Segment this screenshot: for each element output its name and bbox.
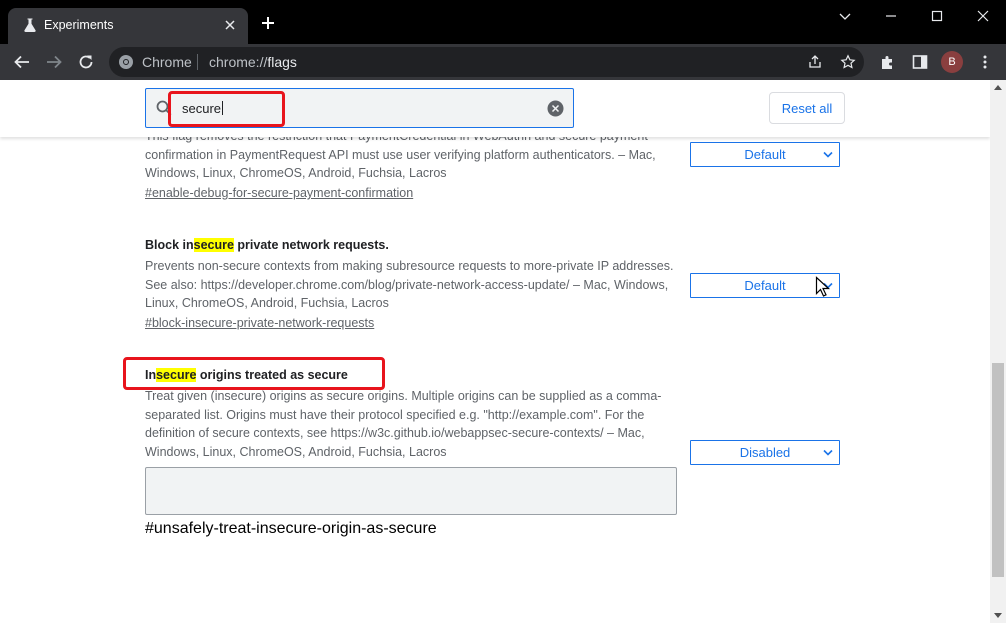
minimize-icon[interactable] — [883, 8, 899, 24]
search-icon — [156, 100, 172, 116]
address-bar[interactable]: Chrome chrome://flags — [109, 47, 864, 77]
share-icon[interactable] — [807, 54, 823, 70]
select-value: Default — [744, 147, 786, 162]
origins-textarea[interactable] — [145, 467, 677, 515]
flag-select-insecure-origins-as-secure[interactable]: Disabled — [690, 440, 840, 465]
flag-permalink[interactable]: #block-insecure-private-network-requests — [145, 316, 374, 330]
tab-search-chevron-icon[interactable] — [837, 8, 853, 24]
select-value: Default — [744, 278, 786, 293]
select-value: Disabled — [739, 445, 791, 460]
omnibox-divider — [197, 54, 198, 70]
reset-all-button[interactable]: Reset all — [769, 92, 845, 124]
chrome-logo-icon — [119, 55, 133, 69]
flag-description: Treat given (insecure) origins as secure… — [145, 389, 662, 460]
bookmark-star-icon[interactable] — [840, 54, 856, 70]
search-input[interactable]: secure — [182, 101, 224, 116]
flags-header: secure Reset all — [0, 80, 990, 137]
browser-toolbar: Chrome chrome://flags — [0, 44, 1006, 80]
flag-permalink[interactable]: #unsafely-treat-insecure-origin-as-secur… — [145, 520, 437, 538]
page-scrollbar[interactable] — [990, 80, 1006, 623]
tab-title: Experiments — [44, 18, 114, 32]
menu-kebab-icon[interactable] — [976, 53, 994, 71]
flag-permalink[interactable]: #enable-debug-for-secure-payment-confirm… — [145, 186, 413, 200]
flags-page: This flag removes the restriction that P… — [0, 80, 990, 623]
site-chip-label: Chrome — [142, 54, 192, 70]
reload-icon[interactable] — [77, 53, 95, 71]
flag-description: Prevents non-secure contexts from making… — [145, 259, 674, 311]
mouse-pointer-icon — [815, 276, 831, 297]
side-panel-icon[interactable] — [911, 53, 929, 71]
flask-icon — [24, 18, 36, 32]
clear-search-icon[interactable] — [547, 100, 564, 117]
extensions-puzzle-icon[interactable] — [879, 53, 897, 71]
close-window-icon[interactable] — [975, 8, 991, 24]
tab-experiments[interactable]: Experiments — [8, 8, 248, 44]
back-arrow-icon[interactable] — [13, 53, 31, 71]
close-tab-icon[interactable] — [222, 17, 238, 33]
flag-title: Block insecure private network requests. — [145, 238, 389, 252]
maximize-icon[interactable] — [929, 8, 945, 24]
search-match-highlight: secure — [193, 238, 234, 252]
new-tab-icon[interactable] — [260, 15, 276, 31]
flag-title: Insecure origins treated as secure — [145, 368, 348, 382]
chevron-down-icon — [823, 449, 833, 456]
scroll-up-arrow-icon[interactable] — [994, 85, 1002, 90]
chevron-down-icon — [823, 151, 833, 158]
profile-avatar[interactable]: B — [941, 51, 963, 73]
flags-search-box[interactable]: secure — [145, 88, 574, 128]
search-match-highlight: secure — [156, 368, 197, 382]
scroll-down-arrow-icon[interactable] — [994, 613, 1002, 618]
tab-strip: Experiments — [0, 0, 1006, 44]
flag-select-debug-secure-payment[interactable]: Default — [690, 142, 840, 167]
text-caret — [222, 101, 224, 115]
url-text: chrome://flags — [209, 54, 297, 70]
scrollbar-thumb[interactable] — [992, 363, 1004, 577]
forward-arrow-icon[interactable] — [45, 53, 63, 71]
